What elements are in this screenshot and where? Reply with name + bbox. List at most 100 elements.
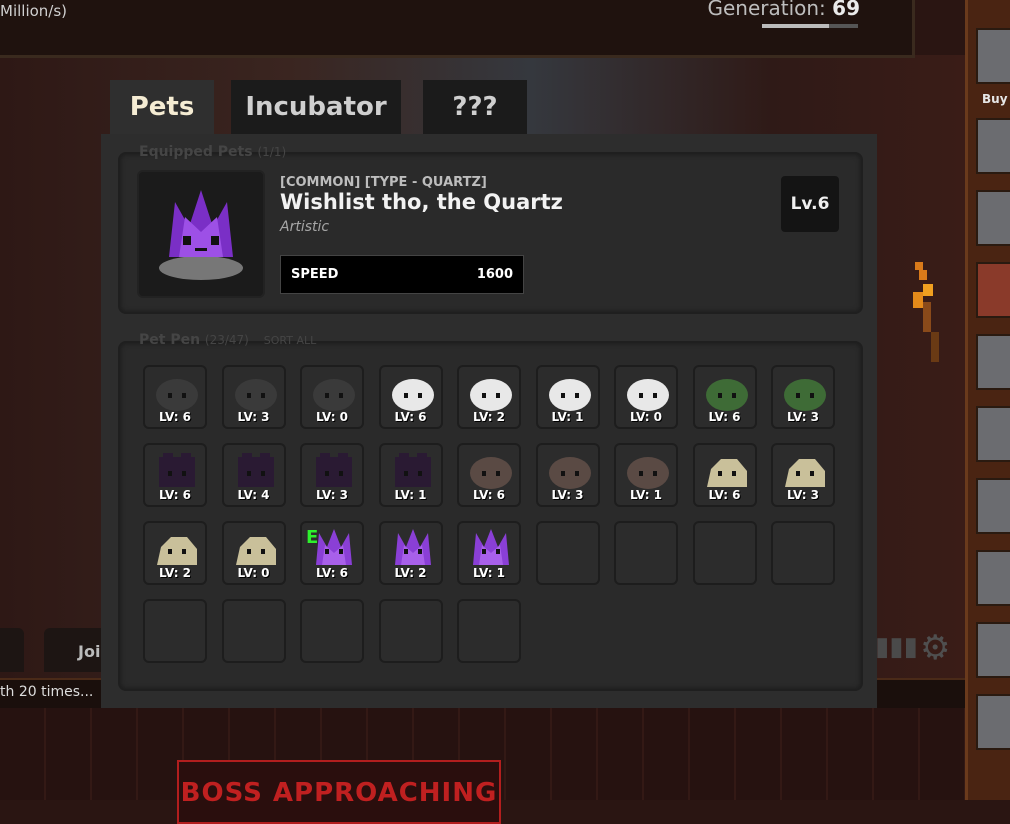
pet-slot[interactable]: LV: 6	[692, 443, 757, 507]
pet-slot[interactable]: LV: 6	[143, 443, 207, 507]
pet-slot[interactable]: LV: 0	[614, 365, 678, 429]
pet-slot[interactable]: LV: 0	[300, 365, 364, 429]
pet-slot[interactable]: LV: 3	[300, 443, 364, 507]
pet-slot[interactable]: LV: 6	[457, 443, 521, 507]
pet-level: LV: 3	[237, 410, 270, 424]
pet-slot[interactable]: LV: 4	[221, 443, 286, 507]
pet-pen-title: Pet Pen (23/47) SORT ALL	[139, 332, 316, 348]
building-item[interactable]	[976, 190, 1010, 246]
pet-level: LV: 3	[551, 488, 584, 502]
pet-slot[interactable]: LV: 2	[378, 521, 443, 585]
building-item[interactable]	[976, 406, 1010, 462]
speed-label: SPEED	[291, 267, 339, 282]
sand-pet-icon	[157, 537, 197, 565]
generation-progress-bar	[762, 24, 858, 28]
modal-tabs: Pets Incubator ???	[101, 80, 877, 134]
building-sidebar: Buy	[965, 0, 1010, 800]
pet-slot[interactable]: LV: 1	[614, 443, 678, 507]
empty-pet-slot[interactable]	[771, 521, 835, 585]
empty-pet-slot[interactable]	[378, 599, 443, 663]
pet-slot[interactable]: LV: 1	[457, 521, 521, 585]
stats-icon[interactable]: ▮▮▮	[875, 632, 918, 662]
mud-pet-icon	[470, 457, 512, 489]
empty-pet-slot[interactable]	[457, 599, 521, 663]
pet-slot[interactable]: LV: 6	[378, 365, 443, 429]
mud-pet-icon	[548, 457, 591, 489]
pet-slot[interactable]: LV: 3	[771, 443, 835, 507]
message-text: th 20 times...	[0, 684, 94, 700]
pet-level: LV: 3	[786, 488, 820, 502]
pet-level: LV: 3	[786, 410, 820, 424]
pet-level: LV: 1	[551, 410, 584, 424]
empty-pet-slot[interactable]	[535, 521, 600, 585]
pet-slot[interactable]: E LV: 6	[300, 521, 364, 585]
boss-banner: BOSS APPROACHING	[177, 760, 501, 824]
pet-slot[interactable]: LV: 1	[535, 365, 600, 429]
top-bar: Million/s) Generation: 69	[0, 0, 915, 58]
left-tab[interactable]	[0, 628, 24, 672]
pet-level: LV: 1	[629, 488, 663, 502]
equipped-pet-name: Wishlist tho, the Quartz	[280, 190, 563, 214]
sand-pet-icon	[706, 459, 747, 487]
building-item[interactable]	[976, 550, 1010, 606]
equipped-pet-meta: [COMMON] [TYPE - QUARTZ]	[280, 175, 487, 190]
equipped-title: Equipped Pets (1/1)	[139, 144, 286, 160]
tab-pets[interactable]: Pets	[110, 80, 214, 134]
pet-slot[interactable]: LV: 1	[378, 443, 443, 507]
equipped-pet-portrait[interactable]	[137, 170, 265, 298]
pet-level: LV: 6	[394, 410, 427, 424]
building-item[interactable]	[976, 262, 1010, 318]
torch-decoration	[913, 262, 939, 362]
white-pet-icon	[470, 379, 512, 411]
building-item[interactable]	[976, 334, 1010, 390]
speed-stat: SPEED 1600	[280, 255, 524, 294]
quartz-pet-icon	[473, 529, 509, 565]
equipped-title-text: Equipped Pets	[139, 144, 253, 160]
pet-pen-title-text: Pet Pen	[139, 332, 201, 348]
pet-slot[interactable]: LV: 6	[143, 365, 207, 429]
pet-level: LV: 1	[472, 566, 506, 580]
obsidian-pet-icon	[316, 453, 352, 487]
pet-slot[interactable]: LV: 3	[771, 365, 835, 429]
sand-pet-icon	[235, 537, 276, 565]
pet-slot[interactable]: LV: 2	[457, 365, 521, 429]
obsidian-pet-icon	[159, 453, 195, 487]
pet-level: LV: 2	[158, 566, 192, 580]
coal-pet-icon	[156, 379, 198, 411]
tab-incubator[interactable]: Incubator	[231, 80, 401, 134]
pet-level: LV: 6	[315, 566, 349, 580]
pet-level: LV: 6	[708, 488, 741, 502]
building-item[interactable]	[976, 694, 1010, 750]
building-item[interactable]	[976, 118, 1010, 174]
moss-pet-icon	[705, 379, 748, 411]
building-item[interactable]	[976, 28, 1010, 84]
generation-display: Generation: 69	[707, 0, 860, 20]
sand-pet-icon	[785, 459, 825, 487]
pet-slot[interactable]: LV: 0	[221, 521, 286, 585]
empty-pet-slot[interactable]	[300, 599, 364, 663]
moss-pet-icon	[784, 379, 826, 411]
empty-pet-slot[interactable]	[614, 521, 678, 585]
quartz-pet-icon	[394, 529, 431, 565]
pet-level: LV: 0	[237, 566, 270, 580]
pet-slot[interactable]: LV: 3	[535, 443, 600, 507]
building-item[interactable]	[976, 622, 1010, 678]
pet-level: LV: 6	[158, 488, 192, 502]
rate-text: Million/s)	[0, 2, 68, 20]
building-item[interactable]	[976, 478, 1010, 534]
empty-pet-slot[interactable]	[692, 521, 757, 585]
pet-level: LV: 6	[708, 410, 741, 424]
pet-slot[interactable]: LV: 3	[221, 365, 286, 429]
empty-pet-slot[interactable]	[221, 599, 286, 663]
coal-pet-icon	[234, 379, 277, 411]
white-pet-icon	[627, 379, 669, 411]
empty-pet-slot[interactable]	[143, 599, 207, 663]
pet-slot[interactable]: LV: 6	[692, 365, 757, 429]
gear-icon[interactable]: ⚙	[920, 628, 950, 668]
tab-unknown[interactable]: ???	[423, 80, 527, 134]
equipped-marker: E	[306, 527, 319, 548]
sort-all-button[interactable]: SORT ALL	[264, 334, 316, 347]
pet-level: LV: 3	[315, 488, 349, 502]
obsidian-pet-icon	[237, 453, 274, 487]
pet-slot[interactable]: LV: 2	[143, 521, 207, 585]
